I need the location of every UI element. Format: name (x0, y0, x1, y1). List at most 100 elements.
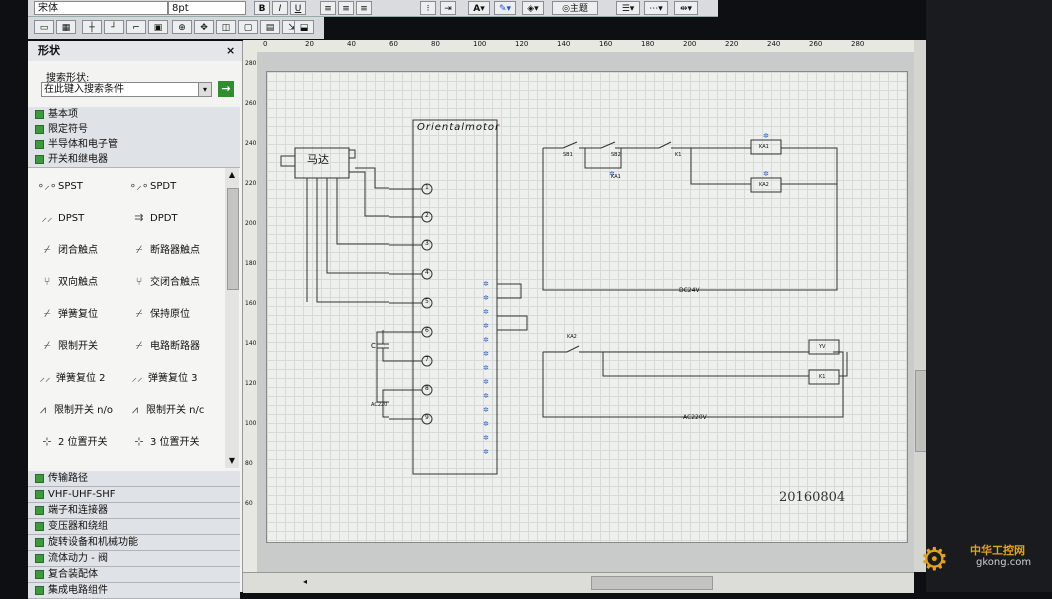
relay-yv-label: YV (819, 344, 826, 350)
category-vhf[interactable]: VHF-UHF-SHF (28, 487, 240, 503)
formatting-toolbar: 宋体 8pt B I U ≡ ≡ ≡ ⁝ ⇥ A▾ ✎▾ ◈▾ ◎主题 ☰▾ ⋯… (28, 0, 718, 17)
shape-spdt[interactable]: ∘⸝∘SPDT (128, 175, 176, 197)
screen-background (926, 0, 1052, 592)
svg-text:✲: ✲ (763, 170, 769, 178)
arrange-icon[interactable]: ⬓ (294, 20, 314, 34)
fill-color-icon[interactable]: ◈▾ (522, 1, 544, 15)
shape-dpdt[interactable]: ⇉ DPDT (128, 207, 177, 229)
horizontal-scroll-thumb[interactable] (591, 576, 713, 590)
shape-circuit-breaker[interactable]: ⌿ 电路断路器 (128, 335, 200, 357)
align-right-icon[interactable]: ≡ (356, 1, 372, 15)
contact-icon: ⌿ (135, 339, 143, 352)
ruler-tick: 80 (431, 40, 440, 48)
svg-text:✲: ✲ (483, 434, 489, 442)
shape-limit-switch-no[interactable]: ⩘ 限制开关 n/o (32, 399, 113, 421)
font-color-icon[interactable]: A▾ (468, 1, 490, 15)
ruler-tick: 260 (809, 40, 823, 48)
category-terminals[interactable]: 端子和连接器 (28, 503, 240, 519)
ac-small-label: AC220 (371, 402, 388, 408)
guide-icon[interactable]: ┼ (82, 20, 102, 34)
category-semiconductor[interactable]: 半导体和电子管 (28, 137, 240, 153)
shape-bidirectional-contact[interactable]: ⑂ 双向触点 (36, 271, 98, 293)
close-icon[interactable]: × (226, 41, 235, 61)
category-transmission[interactable]: 传输路径 (28, 471, 240, 487)
layer-icon[interactable]: ◫ (216, 20, 236, 34)
ruler-tick: 100 (245, 420, 257, 427)
shape-dpst[interactable]: ⸝⸝ DPST (36, 207, 85, 229)
category-fluid-power[interactable]: 流体动力 - 阀 (28, 551, 240, 567)
shape-data-icon[interactable]: ▣ (148, 20, 168, 34)
bold-button[interactable]: B (254, 1, 270, 15)
comment-icon[interactable]: ▤ (260, 20, 280, 34)
scroll-down-icon[interactable]: ▼ (225, 454, 239, 468)
zoom-icon[interactable]: ⊕ (172, 20, 192, 34)
terminal-number: 5 (425, 298, 429, 305)
shape-limit-switch[interactable]: ⌿ 限制开关 (36, 335, 98, 357)
window-icon[interactable]: ▢ (238, 20, 258, 34)
terminal-number: 6 (425, 327, 429, 334)
shape-closed-contact[interactable]: ⌿ 闭合触点 (36, 239, 98, 261)
shape-3-position[interactable]: ⊹ 3 位置开关 (128, 431, 199, 453)
align-center-icon[interactable]: ≡ (338, 1, 354, 15)
shape-breaker-contact[interactable]: ⌿ 断路器触点 (128, 239, 200, 261)
switch-icon: ⇉ (134, 211, 144, 224)
search-go-icon[interactable]: → (218, 81, 234, 97)
line-weight-icon[interactable]: ☰▾ (616, 1, 640, 15)
ka1-label: KA1 (759, 144, 769, 150)
line-color-icon[interactable]: ✎▾ (494, 1, 516, 15)
category-qualifying[interactable]: 限定符号 (28, 122, 240, 138)
ruler-icon[interactable]: ▭ (34, 20, 54, 34)
theme-button[interactable]: ◎主题 (552, 1, 598, 15)
scroll-left-icon[interactable]: ◂ (303, 577, 311, 587)
category-switches[interactable]: 开关和继电器 (28, 152, 240, 168)
font-name-value: 宋体 (38, 3, 58, 14)
shape-spst[interactable]: ∘⸝∘SPST (36, 175, 83, 197)
scroll-up-icon[interactable]: ▲ (225, 168, 239, 182)
shape-label: 弹簧复位 3 (148, 373, 198, 384)
category-icon (35, 586, 44, 595)
align-left-icon[interactable]: ≡ (320, 1, 336, 15)
line-ends-icon[interactable]: ⇹▾ (674, 1, 698, 15)
drawing-page[interactable]: ✲ ✲ ✲ ✲ ✲ ✲ ✲ ✲ ✲ ✲ ✲ ✲ ✲ ✲ ✲ ✲ 马达 Orientalmotor … (266, 71, 908, 543)
shape-alternate-contact[interactable]: ⑂ 交闭合触点 (128, 271, 200, 293)
line-pattern-icon[interactable]: ⋯▾ (644, 1, 668, 15)
scroll-thumb[interactable] (227, 188, 239, 290)
category-icon (35, 155, 44, 164)
shape-list-scrollbar[interactable]: ▲ ▼ (225, 168, 239, 468)
category-transformers[interactable]: 变压器和绕组 (28, 519, 240, 535)
bullet-icon[interactable]: ⁝ (420, 1, 436, 15)
ruler-tick: 240 (245, 140, 257, 147)
vertical-scrollbar[interactable] (914, 40, 927, 572)
svg-text:✲: ✲ (483, 378, 489, 386)
grid-icon[interactable]: ▦ (56, 20, 76, 34)
svg-text:✲: ✲ (483, 364, 489, 372)
shape-spring-return-2[interactable]: ⸝⸝ 弹簧复位 2 (34, 367, 106, 389)
horizontal-scrollbar[interactable]: ◂ (243, 572, 914, 593)
connection-point-icon[interactable]: ⌐ (126, 20, 146, 34)
shape-grid: ∘⸝∘SPST ∘⸝∘SPDT ⸝⸝ DPST ⇉ DPDT ⌿ 闭合触点 ⌿ 断路器触… (28, 168, 240, 468)
snap-icon[interactable]: ┘ (104, 20, 124, 34)
shape-maintained[interactable]: ⌿ 保持原位 (128, 303, 190, 325)
pan-icon[interactable]: ✥ (194, 20, 214, 34)
category-assemblies[interactable]: 复合装配体 (28, 567, 240, 583)
contact-icon: ⌿ (135, 243, 143, 256)
font-name-combo[interactable]: 宋体 (34, 1, 168, 15)
font-size-combo[interactable]: 8pt (168, 1, 246, 15)
shape-spring-return[interactable]: ⌿ 弹簧复位 (36, 303, 98, 325)
watermark-site: 中华工控网 (970, 544, 1025, 557)
category-ic[interactable]: 集成电路组件 (28, 583, 240, 599)
indent-icon[interactable]: ⇥ (440, 1, 456, 15)
category-rotating[interactable]: 旋转设备和机械功能 (28, 535, 240, 551)
shape-spring-return-3[interactable]: ⸝⸝ 弹簧复位 3 (126, 367, 198, 389)
ka-contact-label: KA1 (611, 174, 621, 180)
shape-label: SPST (58, 181, 83, 192)
search-input[interactable]: 在此键入搜索条件 (41, 82, 199, 97)
category-icon (35, 110, 44, 119)
shape-limit-switch-nc[interactable]: ⩘ 限制开关 n/c (124, 399, 205, 421)
underline-button[interactable]: U (290, 1, 306, 15)
category-label: 变压器和绕组 (48, 521, 108, 532)
shape-2-position[interactable]: ⊹ 2 位置开关 (36, 431, 107, 453)
italic-button[interactable]: I (272, 1, 288, 15)
category-basic[interactable]: 基本项 (28, 107, 240, 123)
search-options-icon[interactable]: ▾ (198, 82, 212, 97)
